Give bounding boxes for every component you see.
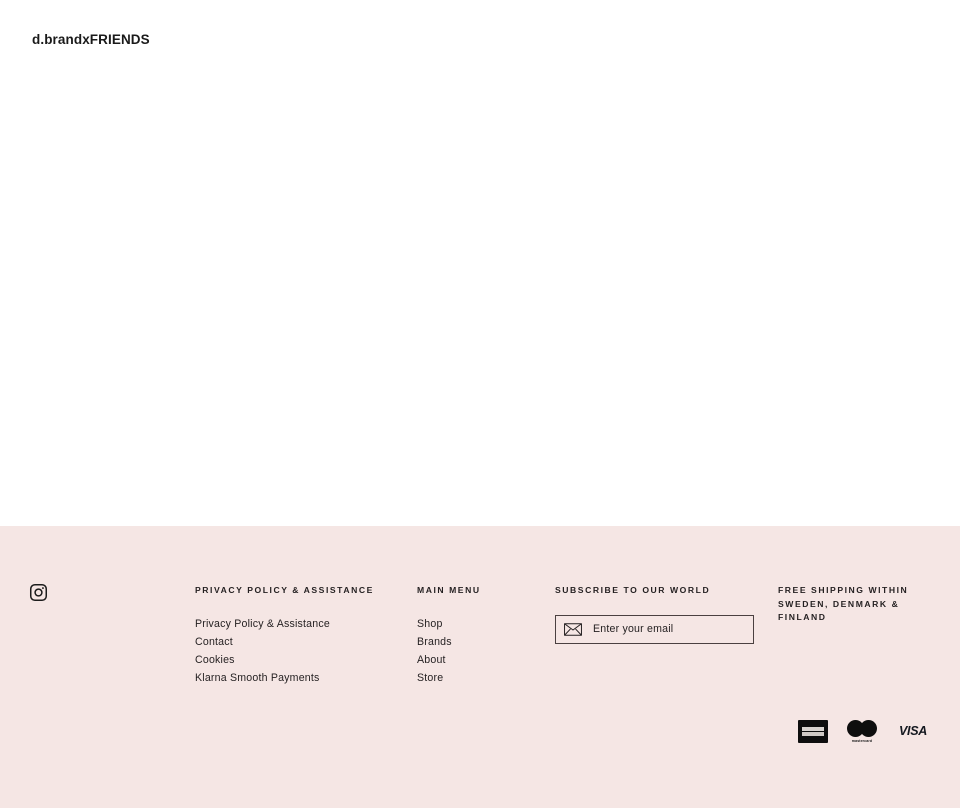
brand-title[interactable]: d.brandxFRIENDS (32, 31, 150, 48)
footer-link-shop[interactable]: Shop (417, 615, 547, 633)
footer-link-list-main-menu: Shop Brands About Store (417, 615, 547, 687)
footer-column-shipping: FREE SHIPPING WITHIN SWEDEN, DENMARK & F… (778, 584, 910, 642)
newsletter-form[interactable] (555, 614, 754, 644)
list-item: Store (417, 669, 547, 687)
mastercard-circle-right (860, 719, 877, 737)
footer-heading-shipping: FREE SHIPPING WITHIN SWEDEN, DENMARK & F… (778, 585, 909, 622)
footer-link-privacy-policy[interactable]: Privacy Policy & Assistance (195, 615, 405, 633)
footer-heading-subscribe: SUBSCRIBE TO OUR WORLD (555, 585, 711, 595)
list-item: About (417, 651, 547, 669)
site-header: d.brandxFRIENDS (0, 0, 960, 526)
footer-heading-privacy: PRIVACY POLICY & ASSISTANCE (195, 585, 374, 595)
footer-column-main-menu: MAIN MENU Shop Brands About Store (417, 584, 547, 687)
list-item: Klarna Smooth Payments (195, 669, 405, 687)
footer-link-brands[interactable]: Brands (417, 633, 547, 651)
amex-text-line-1 (802, 726, 824, 731)
visa-icon: VISA (896, 720, 930, 742)
footer-link-store[interactable]: Store (417, 669, 547, 687)
footer-link-cookies[interactable]: Cookies (195, 651, 405, 669)
footer-column-subscribe: SUBSCRIBE TO OUR WORLD (555, 584, 760, 644)
footer-link-about[interactable]: About (417, 651, 547, 669)
list-item: Cookies (195, 651, 405, 669)
list-item: Contact (195, 633, 405, 651)
mastercard-wordmark: mastercard (851, 738, 873, 743)
list-item: Brands (417, 633, 547, 651)
amex-text-line-2 (802, 731, 824, 736)
footer-heading-main-menu: MAIN MENU (417, 585, 481, 595)
footer-link-klarna-smooth-payments[interactable]: Klarna Smooth Payments (195, 669, 405, 687)
email-input[interactable] (593, 615, 753, 643)
american-express-icon (798, 719, 828, 743)
footer-inner: PRIVACY POLICY & ASSISTANCE Privacy Poli… (0, 526, 960, 808)
site-footer: PRIVACY POLICY & ASSISTANCE Privacy Poli… (0, 526, 960, 808)
list-item: Privacy Policy & Assistance (195, 615, 405, 633)
footer-link-contact[interactable]: Contact (195, 633, 405, 651)
envelope-icon (564, 622, 582, 636)
mastercard-circles (847, 719, 877, 737)
instagram-icon[interactable] (29, 583, 48, 602)
list-item: Shop (417, 615, 547, 633)
footer-column-privacy: PRIVACY POLICY & ASSISTANCE Privacy Poli… (195, 584, 405, 687)
payment-methods: mastercard VISA (798, 719, 930, 743)
page-root: d.brandxFRIENDS PRIVACY POLICY & ASSISTA… (0, 0, 960, 808)
social-links (29, 583, 48, 602)
mastercard-icon: mastercard (846, 719, 878, 743)
footer-link-list-privacy: Privacy Policy & Assistance Contact Cook… (195, 615, 405, 687)
visa-wordmark: VISA (899, 724, 927, 738)
